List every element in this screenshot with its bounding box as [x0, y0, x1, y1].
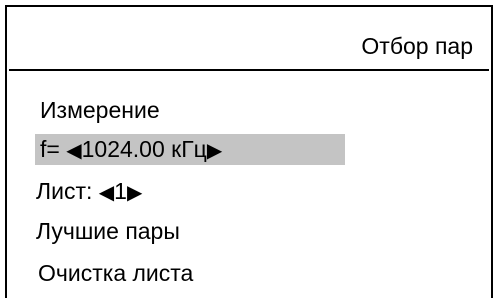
menu-item-clear-sheet[interactable]: Очистка листа	[38, 259, 193, 287]
sheet-label: Лист:	[36, 178, 93, 204]
frequency-decrease-arrow-icon[interactable]: ◀	[66, 140, 81, 162]
menu-item-frequency-selected[interactable]: f= ◀1024.00 кГц▶	[35, 134, 345, 165]
sheet-decrease-arrow-icon[interactable]: ◀	[99, 182, 114, 204]
title-divider	[9, 69, 489, 71]
frequency-prefix: f=	[40, 136, 60, 162]
menu-item-best-pairs[interactable]: Лучшие пары	[36, 217, 180, 245]
frequency-increase-arrow-icon[interactable]: ▶	[207, 140, 222, 162]
screen-title: Отбор пар	[361, 33, 473, 59]
sheet-increase-arrow-icon[interactable]: ▶	[127, 182, 142, 204]
frequency-value: 1024.00 кГц	[81, 136, 207, 162]
menu-item-measurement[interactable]: Измерение	[40, 96, 160, 124]
menu-item-sheet[interactable]: Лист: ◀1▶	[36, 177, 142, 207]
device-screen: Отбор пар Измерение f= ◀1024.00 кГц▶ Лис…	[5, 5, 493, 298]
sheet-value: 1	[114, 178, 127, 204]
